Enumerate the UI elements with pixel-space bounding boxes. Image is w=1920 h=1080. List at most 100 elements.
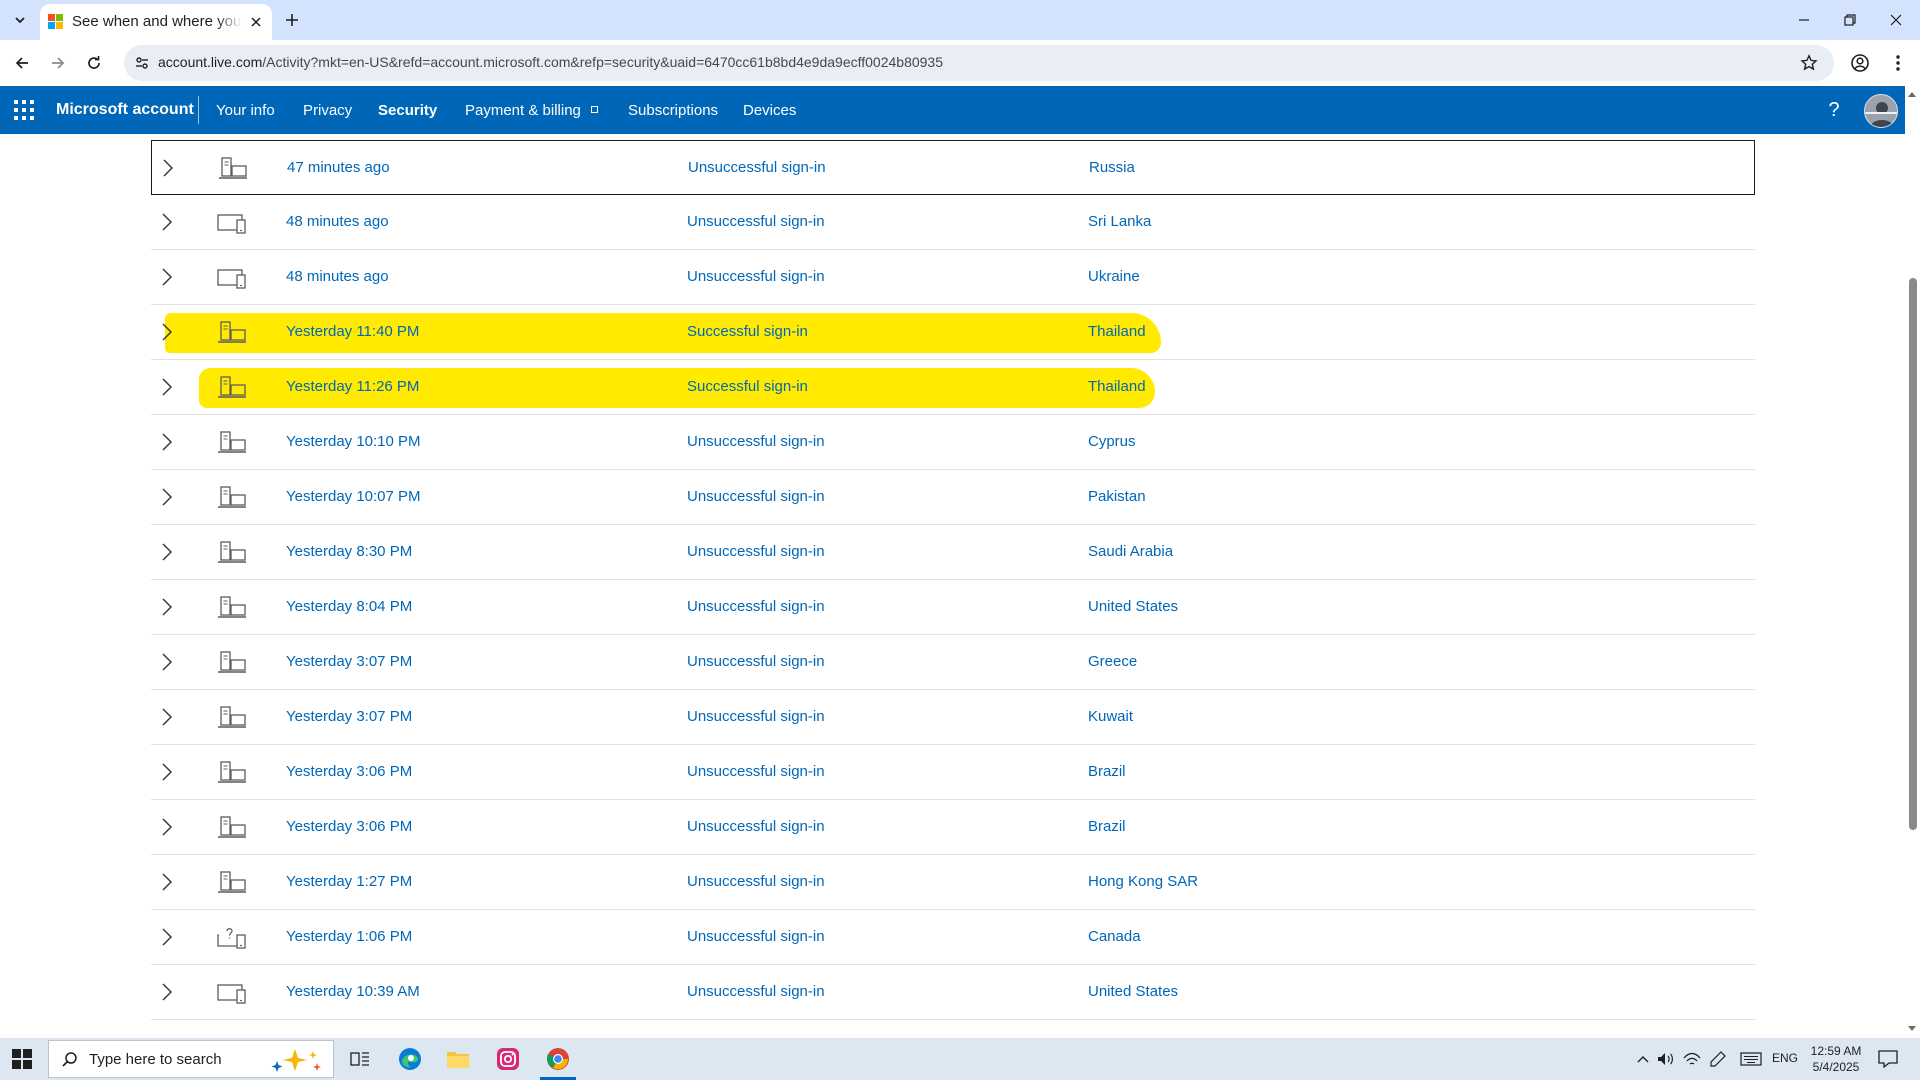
nav-subscriptions[interactable]: Subscriptions [628,102,718,119]
activity-row[interactable]: Yesterday 1:27 PM Unsuccessful sign-in Hon… [151,855,1755,910]
expand-chevron-icon[interactable] [157,597,177,617]
activity-row[interactable]: Yesterday 8:04 PM Unsuccessful sign-in Uni… [151,580,1755,635]
activity-location[interactable]: Kuwait [1088,708,1133,725]
scroll-thumb[interactable] [1909,278,1917,830]
expand-chevron-icon[interactable] [157,267,177,287]
tab-search-chevron-icon[interactable] [8,8,32,32]
page-scrollbar[interactable] [1905,86,1920,1038]
activity-row[interactable]: Yesterday 11:26 PM Successful sign-in Thai… [151,360,1755,415]
reload-icon[interactable] [82,51,106,75]
nav-devices[interactable]: Devices [743,102,796,119]
activity-time[interactable]: Yesterday 3:06 PM [286,763,412,780]
expand-chevron-icon[interactable] [157,652,177,672]
activity-time[interactable]: 47 minutes ago [287,159,390,176]
activity-time[interactable]: Yesterday 8:30 PM [286,543,412,560]
activity-location[interactable]: Cyprus [1088,433,1136,450]
touch-keyboard-icon[interactable] [1739,1050,1763,1068]
activity-row[interactable]: Yesterday 10:39 AM Unsuccessful sign-in Un… [151,965,1755,1020]
activity-event[interactable]: Unsuccessful sign-in [687,873,825,890]
activity-event[interactable]: Unsuccessful sign-in [687,598,825,615]
activity-event[interactable]: Unsuccessful sign-in [687,763,825,780]
app-launcher-waffle-icon[interactable] [14,100,34,120]
activity-row[interactable]: 48 minutes ago Unsuccessful sign-in Ukrain… [151,250,1755,305]
activity-location[interactable]: Brazil [1088,763,1126,780]
expand-chevron-icon[interactable] [157,542,177,562]
activity-event[interactable]: Unsuccessful sign-in [687,488,825,505]
network-wifi-icon[interactable] [1683,1050,1701,1068]
browser-tab-active[interactable]: See when and where you [40,4,272,40]
nav-your-info[interactable]: Your info [216,102,275,119]
close-window-icon[interactable] [1873,0,1919,40]
activity-event[interactable]: Unsuccessful sign-in [687,213,825,230]
activity-location[interactable]: Brazil [1088,818,1126,835]
activity-event[interactable]: Unsuccessful sign-in [688,159,826,176]
activity-row[interactable]: Yesterday 3:06 PM Unsuccessful sign-in Bra… [151,745,1755,800]
activity-row[interactable]: Yesterday 8:30 PM Unsuccessful sign-in Sau… [151,525,1755,580]
activity-time[interactable]: Yesterday 3:07 PM [286,653,412,670]
activity-row[interactable]: Yesterday 10:10 PM Unsuccessful sign-in Cy… [151,415,1755,470]
expand-chevron-icon[interactable] [157,212,177,232]
activity-time[interactable]: Yesterday 10:07 PM [286,488,421,505]
tab-close-icon[interactable] [246,12,266,32]
help-question-icon[interactable]: ? [1822,98,1846,122]
nav-payment-billing[interactable]: Payment & billing [465,102,598,119]
expand-chevron-icon[interactable] [157,982,177,1002]
activity-row[interactable]: Yesterday 3:07 PM Unsuccessful sign-in Gre… [151,635,1755,690]
activity-time[interactable]: Yesterday 11:40 PM [286,323,419,340]
activity-location[interactable]: Ukraine [1088,268,1140,285]
activity-row[interactable]: Yesterday 11:40 PM Successful sign-in Thai… [151,305,1755,360]
scroll-up-arrow-icon[interactable] [1908,92,1916,97]
activity-time[interactable]: Yesterday 1:27 PM [286,873,412,890]
expand-chevron-icon[interactable] [157,707,177,727]
activity-event[interactable]: Successful sign-in [687,323,808,340]
scroll-down-arrow-icon[interactable] [1908,1026,1916,1031]
activity-time[interactable]: Yesterday 1:06 PM [286,928,412,945]
site-info-tune-icon[interactable] [130,51,154,75]
edge-icon[interactable] [386,1038,434,1080]
activity-location[interactable]: Sri Lanka [1088,213,1151,230]
back-arrow-icon[interactable] [10,51,34,75]
activity-location[interactable]: Hong Kong SAR [1088,873,1198,890]
activity-event[interactable]: Unsuccessful sign-in [687,818,825,835]
address-bar[interactable]: account.live.com/Activity?mkt=en-US&refd… [124,45,1834,81]
activity-location[interactable]: Thailand [1088,323,1146,340]
activity-time[interactable]: Yesterday 10:10 PM [286,433,421,450]
forward-arrow-icon[interactable] [46,51,70,75]
browser-menu-icon[interactable] [1886,51,1910,75]
activity-row[interactable]: Yesterday 10:07 PM Unsuccessful sign-in Pa… [151,470,1755,525]
windows-start-icon[interactable] [12,1049,32,1069]
input-language[interactable]: ENG [1772,1051,1798,1065]
minimize-icon[interactable] [1781,0,1827,40]
expand-chevron-icon[interactable] [157,322,177,342]
activity-time[interactable]: Yesterday 3:06 PM [286,818,412,835]
task-view-icon[interactable] [336,1038,384,1080]
activity-event[interactable]: Unsuccessful sign-in [687,268,825,285]
expand-chevron-icon[interactable] [157,377,177,397]
profile-icon[interactable] [1848,51,1872,75]
restore-icon[interactable] [1827,0,1873,40]
activity-row[interactable]: 48 minutes ago Unsuccessful sign-in Sri La… [151,195,1755,250]
activity-location[interactable]: Thailand [1088,378,1146,395]
activity-event[interactable]: Unsuccessful sign-in [687,928,825,945]
activity-event[interactable]: Unsuccessful sign-in [687,708,825,725]
taskbar-search-box[interactable]: Type here to search [48,1040,334,1078]
activity-location[interactable]: Russia [1089,159,1135,176]
activity-time[interactable]: Yesterday 11:26 PM [286,378,419,395]
activity-row[interactable]: 47 minutes ago Unsuccessful sign-in Russia [151,140,1755,195]
activity-event[interactable]: Unsuccessful sign-in [687,653,825,670]
activity-time[interactable]: 48 minutes ago [286,268,389,285]
activity-location[interactable]: Canada [1088,928,1141,945]
activity-row[interactable]: Yesterday 3:06 PM Unsuccessful sign-in Bra… [151,800,1755,855]
bookmark-star-icon[interactable] [1798,52,1820,74]
activity-time[interactable]: Yesterday 3:07 PM [286,708,412,725]
expand-chevron-icon[interactable] [157,927,177,947]
expand-chevron-icon[interactable] [157,487,177,507]
activity-time[interactable]: Yesterday 10:39 AM [286,983,420,1000]
nav-privacy[interactable]: Privacy [303,102,352,119]
activity-location[interactable]: United States [1088,983,1178,1000]
activity-row[interactable]: Yesterday 1:06 PM Unsuccessful sign-in Can… [151,910,1755,965]
system-clock[interactable]: 12:59 AM 5/4/2025 [1806,1043,1866,1075]
expand-chevron-icon[interactable] [158,158,178,178]
brand-title[interactable]: Microsoft account [56,101,194,119]
expand-chevron-icon[interactable] [157,432,177,452]
